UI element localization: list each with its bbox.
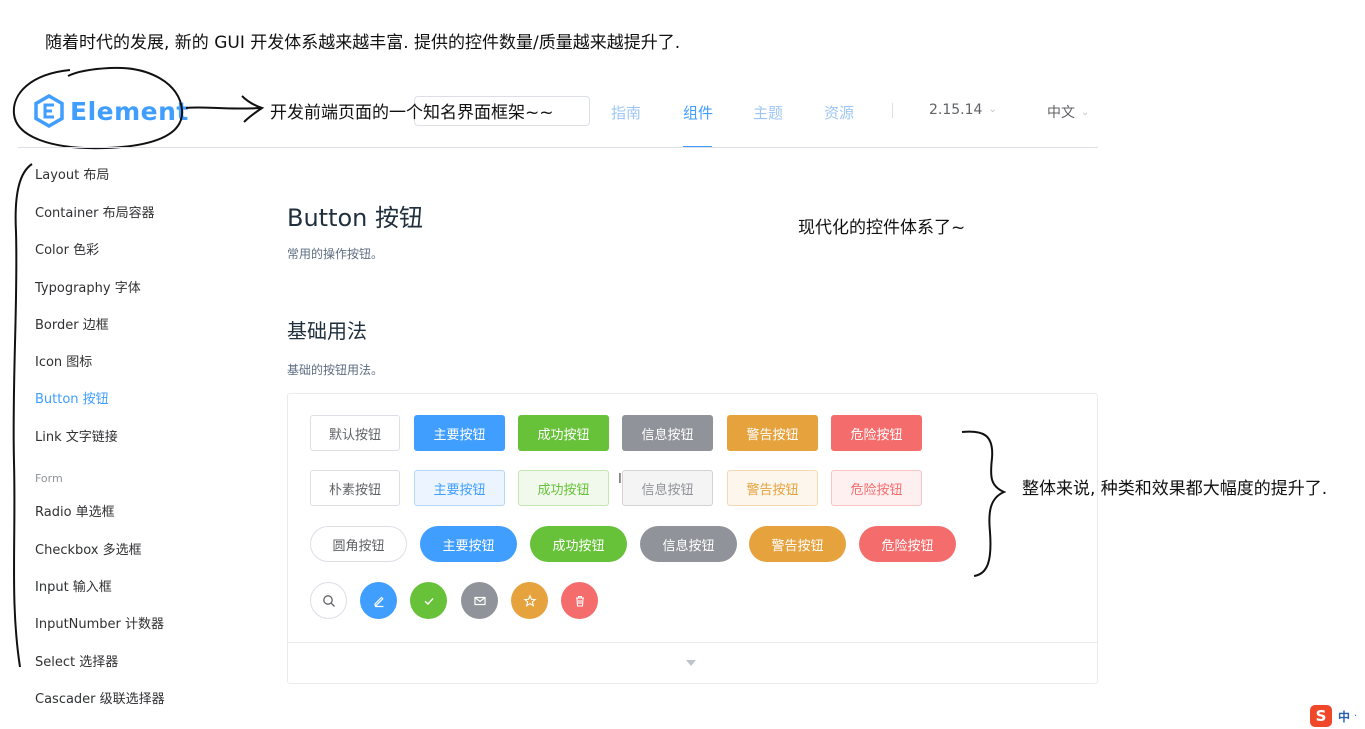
star-icon bbox=[522, 593, 537, 607]
header-divider bbox=[18, 147, 1098, 148]
sidebar-item-icon[interactable]: Icon 图标 bbox=[35, 351, 92, 370]
nav-resource[interactable]: 资源 bbox=[824, 102, 854, 123]
plain-warning-button[interactable]: 警告按钮 bbox=[727, 470, 818, 506]
top-annotation: 随着时代的发展, 新的 GUI 开发体系越来越丰富. 提供的控件数量/质量越来越… bbox=[45, 33, 681, 53]
text-cursor-icon: I bbox=[618, 472, 622, 487]
caret-down-icon[interactable] bbox=[686, 660, 696, 666]
nav-guide[interactable]: 指南 bbox=[611, 102, 641, 123]
success-button[interactable]: 成功按钮 bbox=[518, 415, 609, 451]
circle-star-button[interactable] bbox=[511, 582, 548, 619]
round-info-button[interactable]: 信息按钮 bbox=[640, 526, 737, 562]
demo-footer-divider bbox=[288, 642, 1097, 643]
circle-message-button[interactable] bbox=[461, 582, 498, 619]
circle-edit-button[interactable] bbox=[360, 582, 397, 619]
sidebar-item-layout[interactable]: Layout 布局 bbox=[35, 164, 109, 183]
round-danger-button[interactable]: 危险按钮 bbox=[859, 526, 956, 562]
delete-icon bbox=[575, 595, 584, 607]
language-select[interactable]: 中文 ⌄ bbox=[1047, 102, 1089, 122]
handdrawn-arrow bbox=[185, 95, 265, 123]
danger-button[interactable]: 危险按钮 bbox=[831, 415, 922, 451]
frame-annotation: 开发前端页面的一个知名界面框架~~ bbox=[270, 103, 554, 123]
circle-search-button[interactable] bbox=[310, 582, 347, 619]
plain-primary-button[interactable]: 主要按钮 bbox=[414, 470, 505, 506]
message-icon bbox=[473, 596, 486, 605]
version-label: 2.15.14 bbox=[929, 102, 983, 118]
page-title: Button 按钮 bbox=[287, 204, 424, 232]
circle-check-button[interactable] bbox=[410, 582, 447, 619]
chevron-down-icon: ⌄ bbox=[1081, 107, 1090, 118]
sidebar-item-typography[interactable]: Typography 字体 bbox=[35, 277, 141, 296]
nav-component[interactable]: 组件 bbox=[683, 102, 713, 123]
nav-divider bbox=[892, 103, 893, 118]
page-description: 常用的操作按钮。 bbox=[287, 247, 384, 261]
round-default-button[interactable]: 圆角按钮 bbox=[310, 526, 407, 562]
plain-danger-button[interactable]: 危险按钮 bbox=[831, 470, 922, 506]
ime-dot-icon: · bbox=[1354, 710, 1358, 722]
plain-success-button[interactable]: 成功按钮 bbox=[518, 470, 609, 506]
search-icon bbox=[322, 594, 335, 607]
sidebar-item-checkbox[interactable]: Checkbox 多选框 bbox=[35, 539, 142, 558]
sidebar-item-color[interactable]: Color 色彩 bbox=[35, 239, 99, 258]
section-title: 基础用法 bbox=[287, 319, 367, 343]
element-logo[interactable]: Element bbox=[32, 92, 189, 130]
sidebar-item-inputnumber[interactable]: InputNumber 计数器 bbox=[35, 613, 164, 632]
round-warning-button[interactable]: 警告按钮 bbox=[749, 526, 846, 562]
version-select[interactable]: 2.15.14 ⌄ bbox=[929, 102, 997, 118]
edit-icon bbox=[373, 596, 384, 607]
section-description: 基础的按钮用法。 bbox=[287, 363, 384, 377]
sidebar-item-link[interactable]: Link 文字链接 bbox=[35, 426, 118, 445]
element-logo-icon bbox=[34, 94, 64, 128]
chevron-down-icon: ⌄ bbox=[988, 104, 997, 115]
modern-annotation: 现代化的控件体系了~ bbox=[798, 218, 966, 238]
nav-theme[interactable]: 主题 bbox=[753, 102, 783, 123]
round-primary-button[interactable]: 主要按钮 bbox=[420, 526, 517, 562]
sidebar-item-radio[interactable]: Radio 单选框 bbox=[35, 501, 115, 520]
circle-delete-button[interactable] bbox=[561, 582, 598, 619]
sidebar-item-container[interactable]: Container 布局容器 bbox=[35, 202, 155, 221]
handdrawn-left-bracket bbox=[12, 163, 33, 668]
plain-info-button[interactable]: 信息按钮 bbox=[622, 470, 713, 506]
warning-button[interactable]: 警告按钮 bbox=[727, 415, 818, 451]
primary-button[interactable]: 主要按钮 bbox=[414, 415, 505, 451]
sidebar-item-select[interactable]: Select 选择器 bbox=[35, 651, 118, 670]
language-label: 中文 bbox=[1047, 105, 1075, 121]
check-icon bbox=[424, 597, 434, 605]
ime-mode: 中 bbox=[1338, 709, 1351, 724]
ime-indicator[interactable]: S 中 · bbox=[1310, 705, 1357, 727]
sogou-logo-icon: S bbox=[1310, 705, 1332, 727]
sidebar-group-form: Form bbox=[35, 472, 63, 485]
sidebar-item-input[interactable]: Input 输入框 bbox=[35, 576, 112, 595]
sidebar-item-border[interactable]: Border 边框 bbox=[35, 314, 109, 333]
overall-annotation: 整体来说, 种类和效果都大幅度的提升了. bbox=[1022, 479, 1328, 499]
sidebar-item-button[interactable]: Button 按钮 bbox=[35, 388, 109, 407]
default-button[interactable]: 默认按钮 bbox=[310, 415, 400, 451]
plain-default-button[interactable]: 朴素按钮 bbox=[310, 470, 400, 506]
info-button[interactable]: 信息按钮 bbox=[622, 415, 713, 451]
sidebar-item-cascader[interactable]: Cascader 级联选择器 bbox=[35, 688, 165, 707]
round-success-button[interactable]: 成功按钮 bbox=[530, 526, 627, 562]
logo-text: Element bbox=[70, 96, 189, 126]
